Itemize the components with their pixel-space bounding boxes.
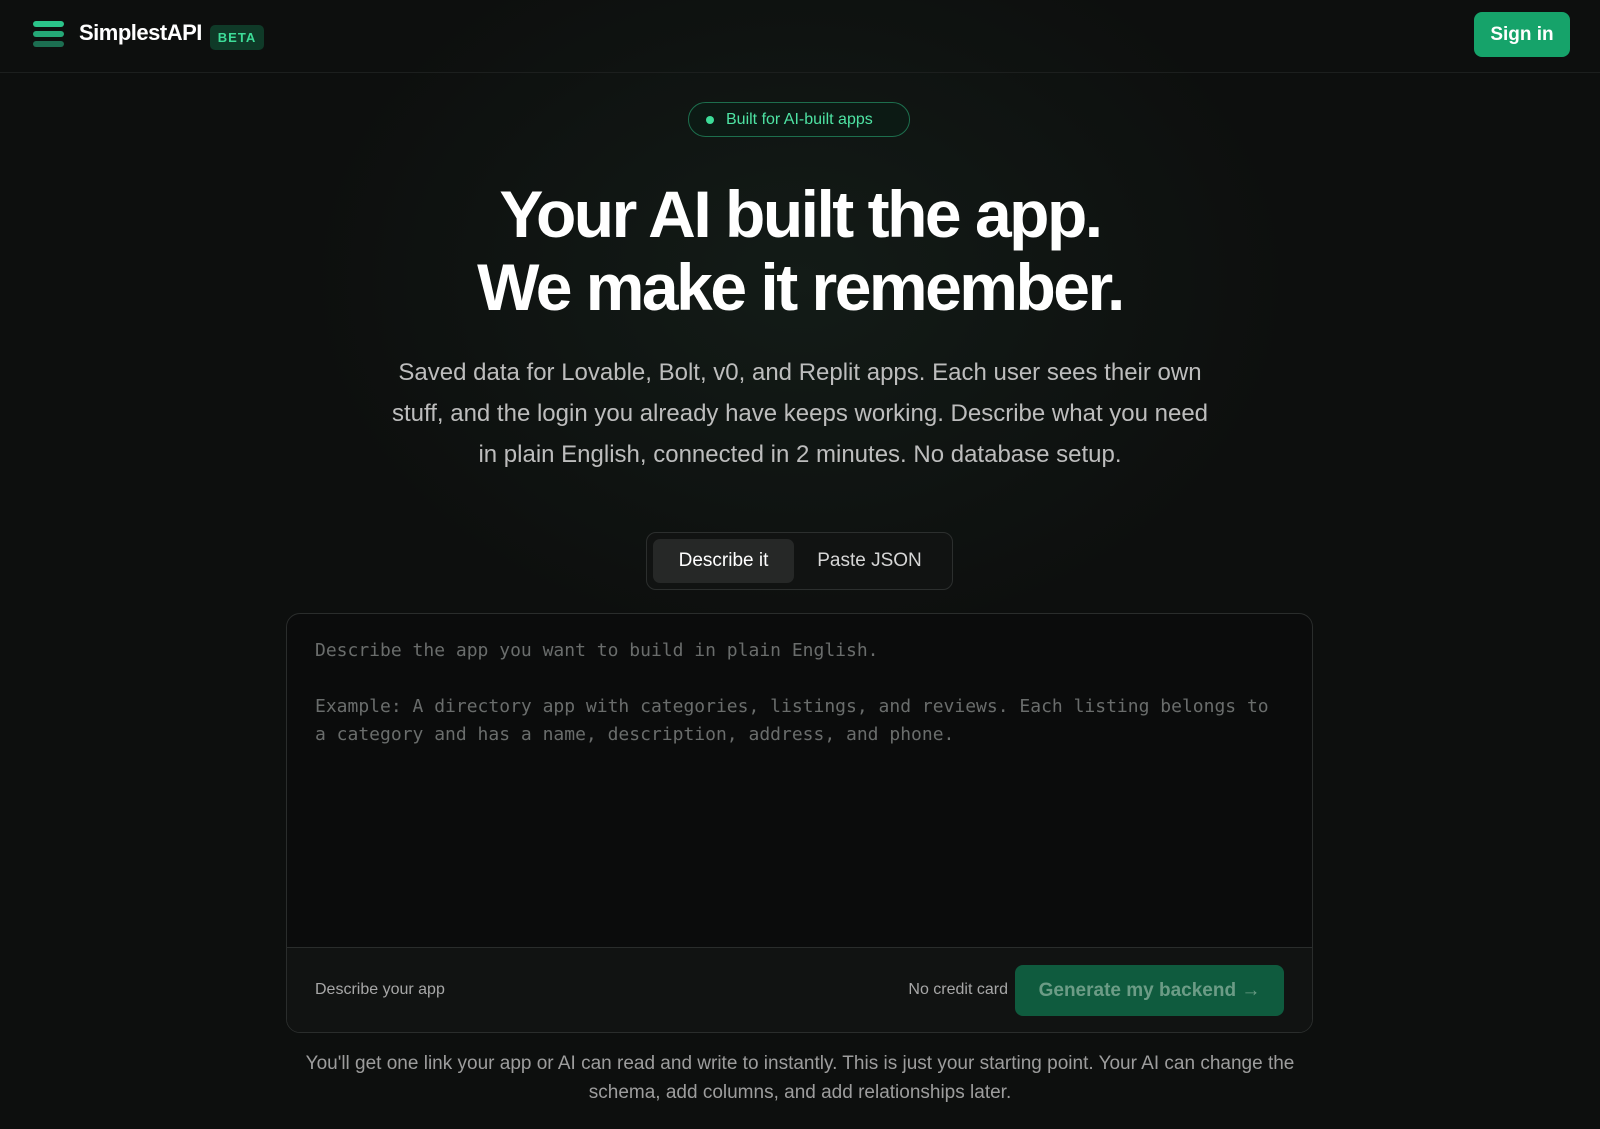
hero-subtitle: Saved data for Lovable, Bolt, v0, and Re… bbox=[391, 359, 1209, 468]
editor-card: Describe your app No credit card Generat… bbox=[286, 613, 1313, 1033]
tagline-text: Built for AI-built apps bbox=[726, 111, 873, 128]
logo-bar bbox=[33, 41, 64, 47]
tagline-pill: Built for AI-built apps bbox=[688, 102, 910, 137]
hero-title: Your AI built the app. We make it rememb… bbox=[0, 178, 1600, 324]
status-dot-icon bbox=[706, 116, 714, 124]
bottom-explainer: You'll get one link your app or AI can r… bbox=[305, 1053, 1295, 1103]
logo-bar bbox=[33, 21, 64, 27]
beta-badge: BETA bbox=[210, 25, 264, 50]
editor-hint: Describe your app bbox=[315, 981, 445, 998]
brand-name[interactable]: SimplestAPI bbox=[79, 20, 202, 46]
hero-title-line-2: We make it remember. bbox=[477, 250, 1125, 324]
no-credit-card-note: No credit card bbox=[908, 981, 1008, 998]
top-nav: SimplestAPI BETA Sign in bbox=[0, 0, 1600, 73]
logo-bar bbox=[33, 31, 64, 37]
sign-in-button[interactable]: Sign in bbox=[1474, 12, 1570, 57]
tab-paste-json[interactable]: Paste JSON bbox=[797, 539, 942, 583]
logo-stack-icon[interactable] bbox=[33, 21, 64, 49]
editor-footer: Describe your app No credit card Generat… bbox=[287, 947, 1312, 1032]
app-description-input[interactable] bbox=[287, 614, 1312, 947]
tab-describe-it[interactable]: Describe it bbox=[653, 539, 794, 583]
input-mode-tabs: Describe it Paste JSON bbox=[646, 532, 953, 590]
hero-title-line-1: Your AI built the app. bbox=[499, 177, 1103, 251]
generate-backend-button[interactable]: Generate my backend → bbox=[1015, 965, 1284, 1016]
